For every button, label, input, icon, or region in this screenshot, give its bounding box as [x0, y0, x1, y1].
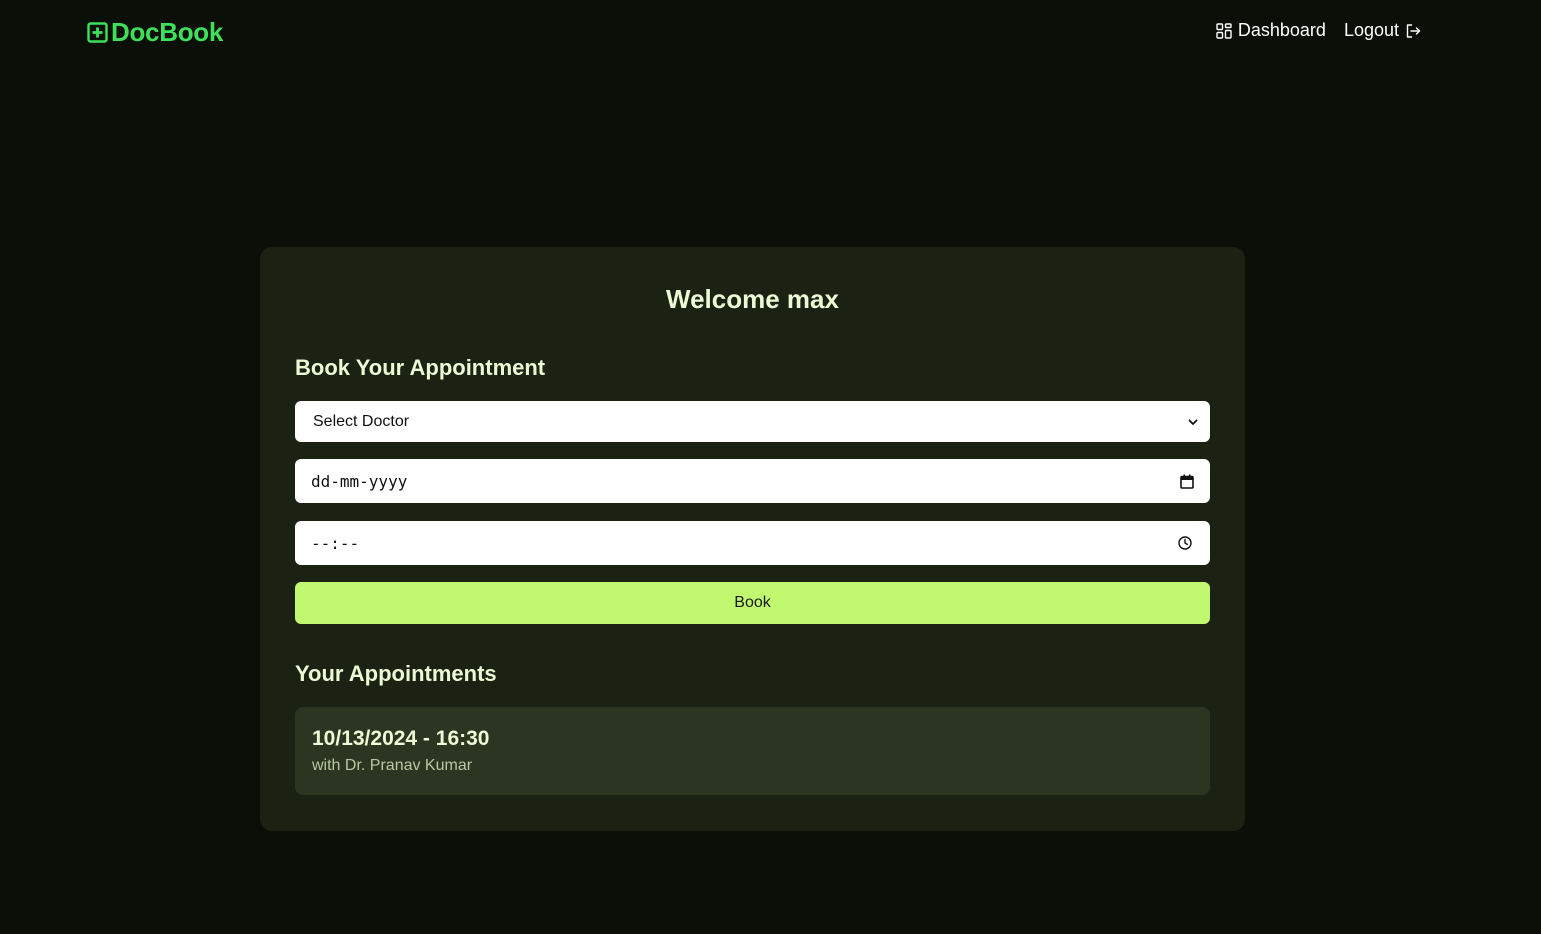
plus-square-icon [87, 22, 108, 43]
brand-logo[interactable]: DocBook [87, 17, 223, 48]
calendar-icon[interactable] [1180, 474, 1194, 489]
doctor-select[interactable]: Select Doctor [295, 401, 1210, 442]
book-appointment-heading: Book Your Appointment [295, 355, 546, 380]
grid-icon [1216, 22, 1232, 39]
brand-name: DocBook [111, 17, 224, 47]
date-input-placeholder: dd-mm-yyyy [311, 471, 408, 491]
chevron-down-icon [1188, 417, 1198, 427]
welcome-heading: Welcome max [666, 284, 839, 314]
navbar: DocBook Dashboard Logout [0, 0, 1541, 64]
date-input[interactable]: dd-mm-yyyy [295, 459, 1210, 503]
booking-card: Welcome max Book Your Appointment Select… [260, 247, 1245, 831]
logout-link[interactable]: Logout [1344, 20, 1421, 41]
your-appointments-heading: Your Appointments [295, 661, 497, 686]
logout-icon [1405, 23, 1421, 39]
nav-links: Dashboard Logout [1216, 20, 1421, 41]
time-input-placeholder: --:-- [311, 533, 360, 553]
appointment-datetime: 10/13/2024 - 16:30 [312, 727, 490, 750]
time-input[interactable]: --:-- [295, 521, 1210, 565]
dashboard-link[interactable]: Dashboard [1216, 20, 1326, 41]
book-button[interactable]: Book [295, 582, 1210, 624]
logout-label: Logout [1343, 20, 1399, 40]
doctor-select-value: Select Doctor [313, 412, 410, 430]
appointment-item: 10/13/2024 - 16:30 with Dr. Pranav Kumar [295, 707, 1210, 795]
appointment-doctor: with Dr. Pranav Kumar [312, 757, 473, 774]
clock-icon[interactable] [1178, 536, 1192, 550]
dashboard-label: Dashboard [1237, 20, 1326, 40]
